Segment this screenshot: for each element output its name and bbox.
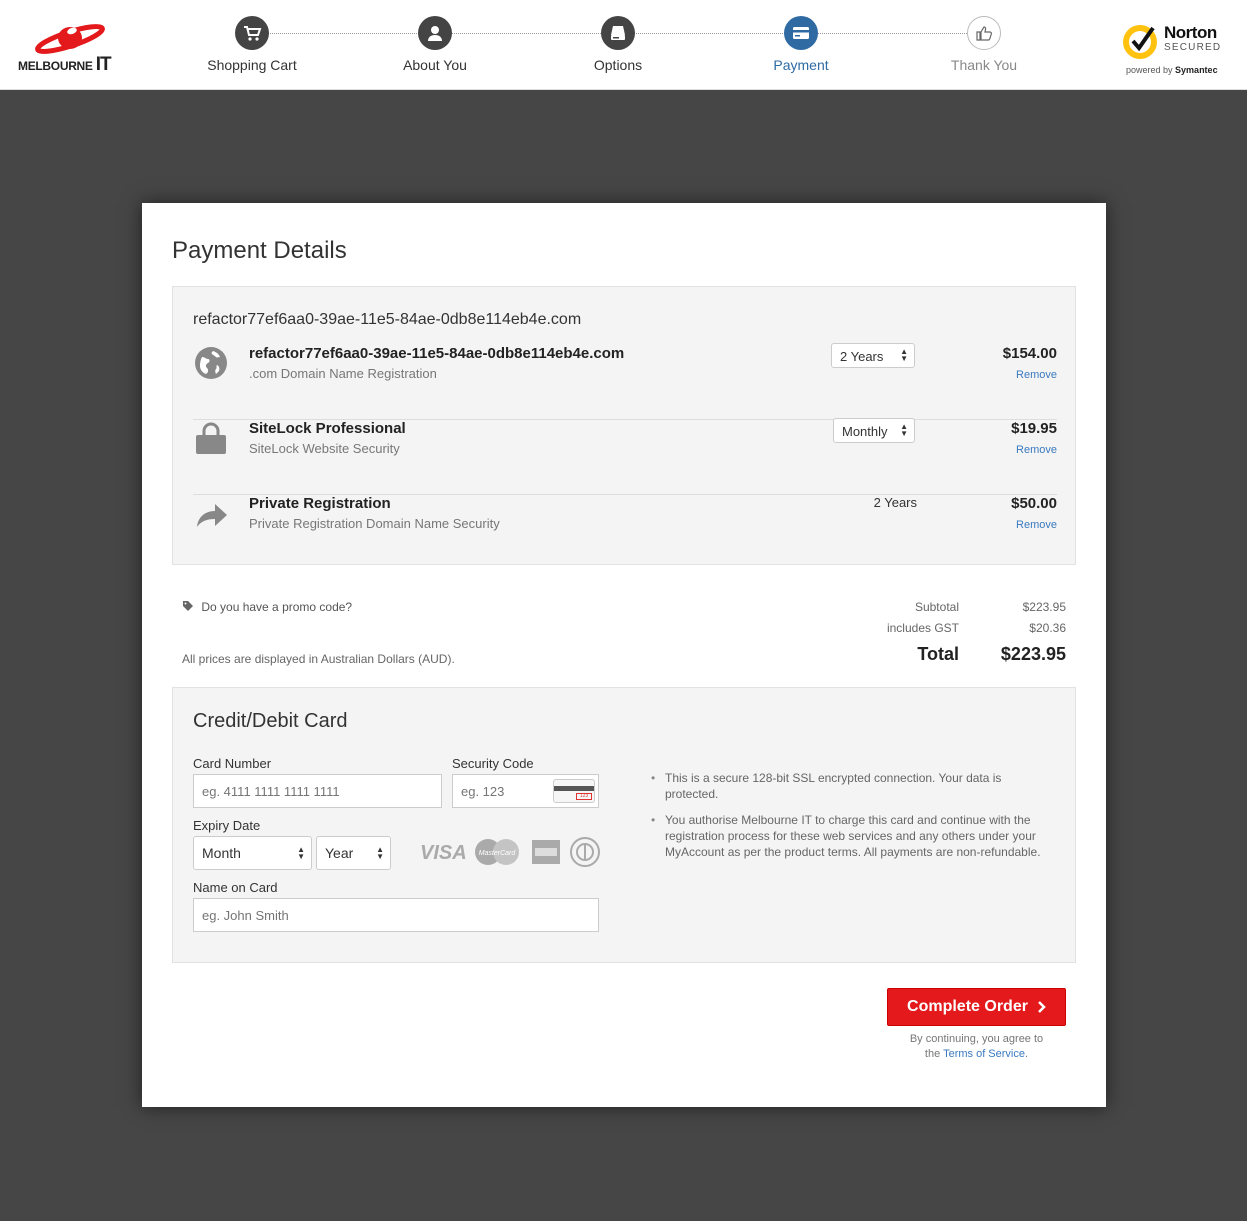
cart-domain: refactor77ef6aa0-39ae-11e5-84ae-0db8e114… (193, 311, 582, 328)
authorisation-note: You authorise Melbourne IT to charge thi… (647, 812, 1047, 860)
step-label: About You (403, 57, 467, 73)
melbourne-it-logo[interactable]: MELBOURNE IT (18, 18, 114, 75)
terms-agreement: By continuing, you agree to the Terms of… (909, 1033, 1044, 1060)
complete-order-button[interactable]: Complete Order (887, 988, 1066, 1026)
cvv-card-icon: 123 (553, 779, 595, 803)
globe-icon (195, 347, 227, 379)
diners-club-icon (570, 837, 600, 867)
name-on-card-input[interactable] (193, 898, 599, 932)
norton-name: Norton (1164, 23, 1217, 42)
step-label: Payment (773, 57, 829, 73)
card-brands: VISA MasterCard (420, 837, 600, 867)
total-value: $223.95 (1000, 644, 1066, 664)
gst-value: $20.36 (1029, 621, 1066, 635)
remove-link[interactable]: Remove (1016, 519, 1057, 531)
cart-item: Private Registration Private Registratio… (193, 495, 1057, 570)
american-express-icon (532, 840, 560, 864)
tag-icon (183, 601, 193, 611)
expiry-year-select[interactable]: Year ▲ ▼ (316, 836, 391, 870)
item-description: Private Registration Domain Name Securit… (249, 516, 500, 531)
remove-link[interactable]: Remove (1016, 444, 1057, 456)
step-payment[interactable]: Payment (731, 16, 871, 73)
item-price: $154.00 (1002, 345, 1057, 362)
total-label: Total (917, 644, 959, 664)
subtotal-label: Subtotal (914, 600, 959, 614)
cart-item: refactor77ef6aa0-39ae-11e5-84ae-0db8e114… (193, 343, 1057, 420)
expiry-date-label: Expiry Date (193, 818, 261, 833)
step-about-you[interactable]: About You (365, 16, 505, 73)
select-arrows-icon: ▲ ▼ (900, 422, 908, 438)
page-title: Payment Details (172, 237, 347, 264)
select-arrows-icon: ▲ ▼ (297, 845, 305, 861)
security-notes: This is a secure 128-bit SSL encrypted c… (647, 770, 1047, 870)
cart-icon (235, 16, 269, 50)
card-number-input[interactable] (193, 774, 442, 808)
card-number-label: Card Number (193, 756, 272, 771)
svg-text:MasterCard: MasterCard (479, 850, 517, 857)
step-shopping-cart[interactable]: Shopping Cart (182, 16, 322, 73)
term-select[interactable]: 2 Years ▲ ▼ (831, 343, 915, 368)
user-icon (418, 16, 452, 50)
norton-secured-seal[interactable]: Norton SECURED powered by Symantec (1120, 18, 1232, 76)
planet-logo-icon (35, 24, 105, 54)
step-options[interactable]: Options (548, 16, 688, 73)
card-form: Credit/Debit Card Card Number Security C… (172, 687, 1076, 963)
chevron-right-icon (1038, 1001, 1046, 1013)
norton-powered-by: powered by Symantec (1126, 65, 1218, 75)
step-thank-you[interactable]: Thank You (914, 16, 1054, 73)
payment-panel: Payment Details refactor77ef6aa0-39ae-11… (142, 203, 1106, 1107)
norton-secured: SECURED (1164, 42, 1222, 53)
card-form-title: Credit/Debit Card (193, 710, 348, 732)
security-code-wrapper: 123 (452, 774, 599, 808)
card-icon (784, 16, 818, 50)
subtotal-value: $223.95 (1022, 600, 1066, 614)
promo-code-link[interactable]: Do you have a promo code? (182, 600, 352, 614)
ssl-note: This is a secure 128-bit SSL encrypted c… (647, 770, 1047, 802)
norton-check-icon (1123, 25, 1157, 59)
name-on-card-label: Name on Card (193, 880, 278, 895)
item-name: SiteLock Professional (249, 420, 406, 437)
item-price: $19.95 (1011, 420, 1057, 437)
gst-label: includes GST (886, 621, 959, 635)
cart-item: SiteLock Professional SiteLock Website S… (193, 418, 1057, 495)
logo-text: MELBOURNE IT (18, 54, 112, 75)
step-label: Thank You (950, 57, 1018, 73)
cart-summary: refactor77ef6aa0-39ae-11e5-84ae-0db8e114… (172, 286, 1076, 565)
step-label: Shopping Cart (207, 57, 297, 73)
mastercard-icon: MasterCard (475, 839, 519, 865)
term-select[interactable]: Monthly ▲ ▼ (833, 418, 915, 443)
item-price: $50.00 (1011, 495, 1057, 512)
item-name: Private Registration (249, 495, 391, 512)
item-description: SiteLock Website Security (249, 441, 400, 456)
thumbs-up-icon (967, 16, 1001, 50)
lock-icon (196, 422, 226, 454)
terms-of-service-link[interactable]: Terms of Service (943, 1048, 1025, 1060)
svg-text:VISA: VISA (420, 842, 467, 864)
security-code-label: Security Code (452, 756, 534, 771)
select-arrows-icon: ▲ ▼ (900, 347, 908, 363)
header: MELBOURNE IT Shopping Cart About You Opt… (0, 0, 1247, 90)
item-name: refactor77ef6aa0-39ae-11e5-84ae-0db8e114… (249, 345, 625, 362)
item-description: .com Domain Name Registration (249, 366, 437, 381)
visa-icon: VISA (420, 842, 467, 864)
remove-link[interactable]: Remove (1016, 369, 1057, 381)
item-term: 2 Years (873, 495, 917, 510)
currency-note: All prices are displayed in Australian D… (182, 652, 455, 666)
select-arrows-icon: ▲ ▼ (376, 845, 384, 861)
share-arrow-icon (197, 504, 227, 527)
drive-icon (601, 16, 635, 50)
step-label: Options (593, 57, 643, 73)
expiry-month-select[interactable]: Month ▲ ▼ (193, 836, 312, 870)
